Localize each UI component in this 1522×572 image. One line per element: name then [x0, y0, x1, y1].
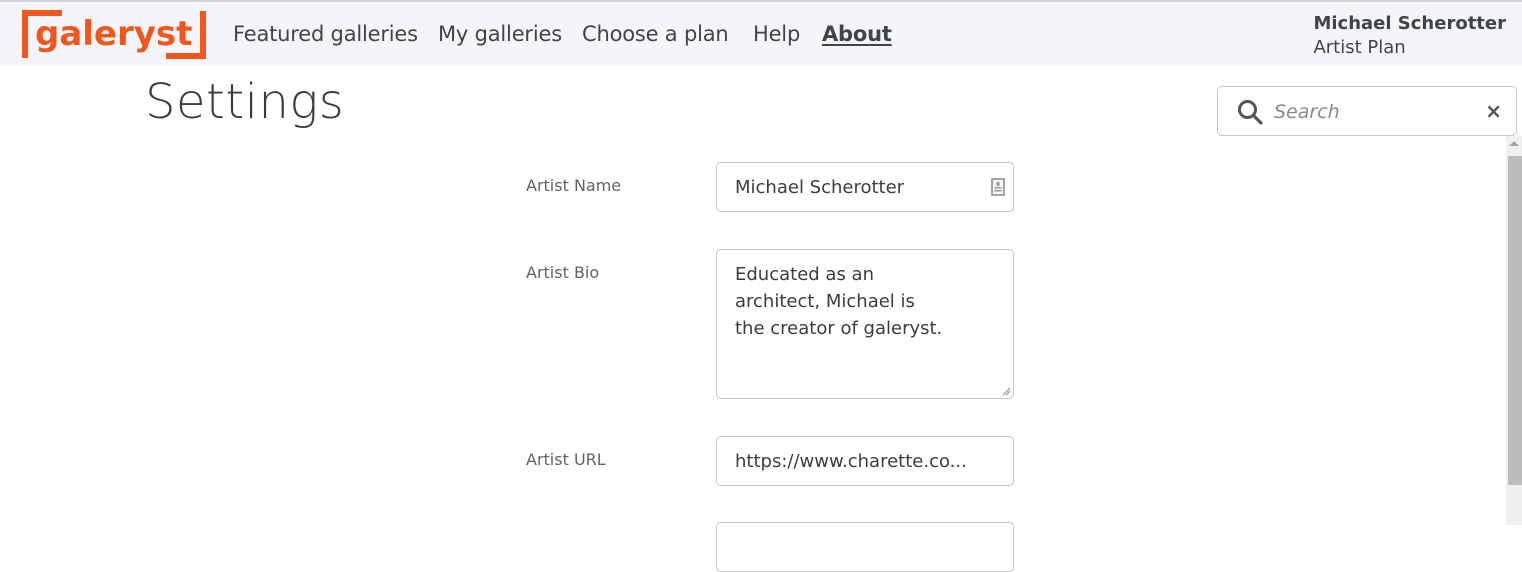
- nav-help[interactable]: Help: [753, 22, 800, 46]
- page-title: Settings: [145, 74, 345, 130]
- artist-url-field: [716, 436, 1014, 486]
- logo-text: galeryst: [35, 14, 192, 54]
- user-plan: Artist Plan: [1313, 37, 1406, 58]
- search-icon: [1238, 100, 1263, 125]
- nav-featured-galleries[interactable]: Featured galleries: [233, 22, 418, 46]
- scrollbar-thumb[interactable]: [1508, 156, 1522, 485]
- next-field[interactable]: [716, 522, 1014, 572]
- search-box: ×: [1217, 86, 1517, 136]
- search-input[interactable]: [1272, 97, 1476, 127]
- nav-my-galleries[interactable]: My galleries: [438, 22, 562, 46]
- navbar: galeryst Featured galleries My galleries…: [0, 2, 1522, 65]
- user-name: Michael Scherotter: [1313, 13, 1506, 34]
- artist-url-label: Artist URL: [526, 450, 606, 469]
- artist-name-field: [716, 162, 1014, 212]
- contact-card-icon[interactable]: [991, 178, 1005, 196]
- logo-mark: galeryst: [22, 10, 206, 59]
- resize-grip-icon[interactable]: [1002, 387, 1011, 396]
- artist-bio-textarea[interactable]: Educated as an architect, Michael is the…: [735, 261, 950, 386]
- scroll-up-arrow-icon[interactable]: [1509, 141, 1519, 146]
- nav-choose-a-plan[interactable]: Choose a plan: [582, 22, 729, 46]
- user-menu[interactable]: Michael Scherotter Artist Plan: [1313, 12, 1506, 60]
- scrollbar[interactable]: [1506, 136, 1522, 525]
- artist-bio-label: Artist Bio: [526, 263, 600, 282]
- clear-search-icon[interactable]: ×: [1485, 99, 1502, 123]
- galeryst-logo[interactable]: galeryst: [22, 9, 206, 60]
- nav-about[interactable]: About: [822, 22, 892, 46]
- artist-bio-field: Educated as an architect, Michael is the…: [716, 249, 1014, 399]
- artist-name-input[interactable]: [735, 163, 985, 211]
- artist-name-label: Artist Name: [526, 176, 622, 195]
- artist-url-input[interactable]: [735, 437, 985, 485]
